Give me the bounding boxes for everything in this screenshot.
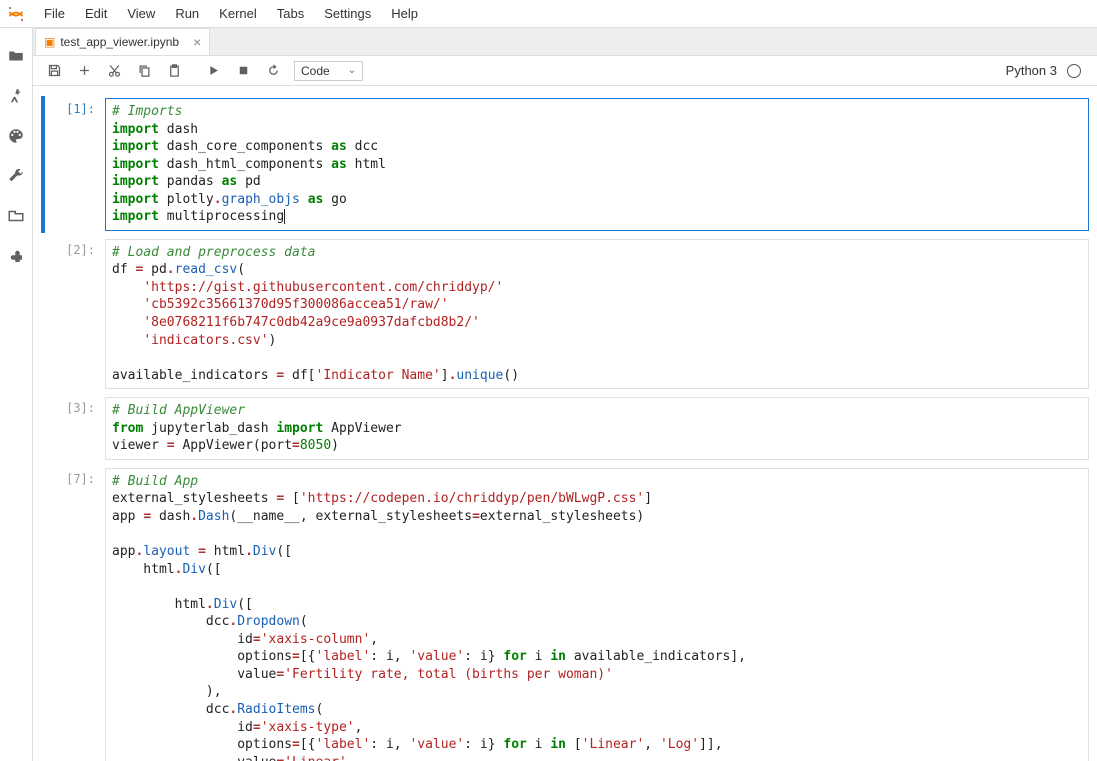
cell-prompt: [7]: bbox=[41, 468, 105, 761]
code-cell[interactable]: [7]:# Build App external_stylesheets = [… bbox=[41, 466, 1089, 761]
notebook-icon: ▣ bbox=[44, 35, 55, 49]
menu-run[interactable]: Run bbox=[165, 2, 209, 25]
code-cell[interactable]: [1]:# Imports import dash import dash_co… bbox=[41, 96, 1089, 233]
tab-bar: ▣ test_app_viewer.ipynb × bbox=[33, 28, 1097, 56]
paste-button[interactable] bbox=[162, 59, 186, 83]
cell-input[interactable]: # Imports import dash import dash_core_c… bbox=[105, 98, 1089, 231]
menu-settings[interactable]: Settings bbox=[314, 2, 381, 25]
notebook-tab[interactable]: ▣ test_app_viewer.ipynb × bbox=[35, 28, 210, 55]
running-icon[interactable] bbox=[6, 86, 26, 106]
notebook-toolbar: Code ⌄ Python 3 bbox=[33, 56, 1097, 86]
folder-icon[interactable] bbox=[6, 46, 26, 66]
cell-type-label: Code bbox=[301, 64, 330, 78]
cell-input[interactable]: # Load and preprocess data df = pd.read_… bbox=[105, 239, 1089, 389]
menu-help[interactable]: Help bbox=[381, 2, 428, 25]
cell-prompt: [2]: bbox=[41, 239, 105, 389]
tabs-icon[interactable] bbox=[6, 206, 26, 226]
jupyter-logo-icon[interactable] bbox=[6, 4, 26, 24]
code-cell[interactable]: [2]:# Load and preprocess data df = pd.r… bbox=[41, 237, 1089, 391]
kernel-name[interactable]: Python 3 bbox=[1006, 63, 1057, 78]
wrench-icon[interactable] bbox=[6, 166, 26, 186]
chevron-down-icon: ⌄ bbox=[348, 65, 356, 76]
cell-prompt: [3]: bbox=[41, 397, 105, 460]
code-cell[interactable]: [3]:# Build AppViewer from jupyterlab_da… bbox=[41, 395, 1089, 462]
notebook-area[interactable]: [1]:# Imports import dash import dash_co… bbox=[33, 86, 1097, 761]
close-icon[interactable]: × bbox=[193, 35, 201, 49]
cell-prompt: [1]: bbox=[41, 98, 105, 231]
cut-button[interactable] bbox=[102, 59, 126, 83]
run-button[interactable] bbox=[201, 59, 225, 83]
cell-type-select[interactable]: Code ⌄ bbox=[294, 61, 363, 81]
menu-kernel[interactable]: Kernel bbox=[209, 2, 267, 25]
menu-view[interactable]: View bbox=[117, 2, 165, 25]
kernel-indicator-icon[interactable] bbox=[1067, 64, 1081, 78]
left-sidebar bbox=[0, 28, 33, 761]
copy-button[interactable] bbox=[132, 59, 156, 83]
stop-button[interactable] bbox=[231, 59, 255, 83]
restart-button[interactable] bbox=[261, 59, 285, 83]
extensions-icon[interactable] bbox=[6, 246, 26, 266]
menu-file[interactable]: File bbox=[34, 2, 75, 25]
palette-icon[interactable] bbox=[6, 126, 26, 146]
menu-edit[interactable]: Edit bbox=[75, 2, 117, 25]
save-button[interactable] bbox=[42, 59, 66, 83]
menu-tabs[interactable]: Tabs bbox=[267, 2, 314, 25]
add-cell-button[interactable] bbox=[72, 59, 96, 83]
tab-filename: test_app_viewer.ipynb bbox=[60, 35, 179, 49]
top-menu-bar: FileEditViewRunKernelTabsSettingsHelp bbox=[0, 0, 1097, 28]
cell-input[interactable]: # Build App external_stylesheets = ['htt… bbox=[105, 468, 1089, 761]
cell-input[interactable]: # Build AppViewer from jupyterlab_dash i… bbox=[105, 397, 1089, 460]
